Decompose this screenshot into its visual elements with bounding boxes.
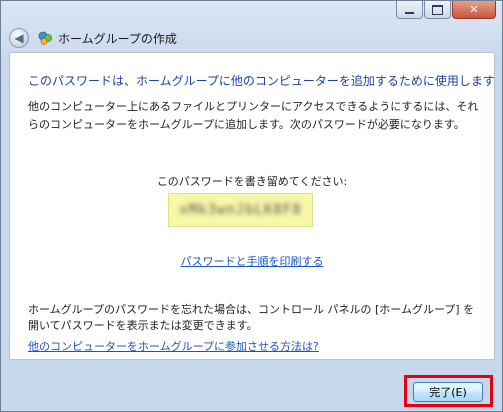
password-box: xMk3wnJbLK8F8 [168,193,313,227]
maximize-icon [432,4,443,15]
wizard-nav-bar: ◀ ホームグループの作成 [9,26,495,50]
description-text: 他のコンピューター上にあるファイルとプリンターにアクセスできるようにするには、そ… [28,100,479,131]
back-button[interactable]: ◀ [9,28,29,48]
caption-buttons: ✕ [396,1,496,19]
wizard-footer: 完了(E) [1,360,502,411]
minimize-button[interactable] [396,1,423,19]
password-value: xMk3wnJbLK8F8 [179,202,302,218]
maximize-button[interactable] [424,1,451,19]
forgot-password-note: ホームグループのパスワードを忘れた場合は、コントロール パネルの [ホームグルー… [28,303,475,332]
password-prompt: このパスワードを書き留めてください: [156,175,348,188]
join-help-link[interactable]: 他のコンピューターをホームグループに参加させる方法は? [28,338,319,354]
title-bar: ✕ [1,1,502,25]
window-title: ホームグループの作成 [58,31,177,46]
wizard-content-panel: このパスワードは、ホームグループに他のコンピューターを追加するために使用します … [9,52,495,360]
homegroup-icon [38,31,52,45]
back-arrow-icon: ◀ [14,31,24,45]
minimize-icon [405,11,414,14]
close-icon: ✕ [469,3,479,16]
close-button[interactable]: ✕ [452,1,496,19]
homegroup-wizard-window: ✕ ◀ ホームグループの作成 このパスワードは、ホームグループに他のコンピュータ… [0,0,503,412]
page-heading: このパスワードは、ホームグループに他のコンピューターを追加するために使用します [28,74,495,88]
finish-button[interactable]: 完了(E) [413,382,483,402]
print-password-link[interactable]: パスワードと手順を印刷する [10,253,494,269]
